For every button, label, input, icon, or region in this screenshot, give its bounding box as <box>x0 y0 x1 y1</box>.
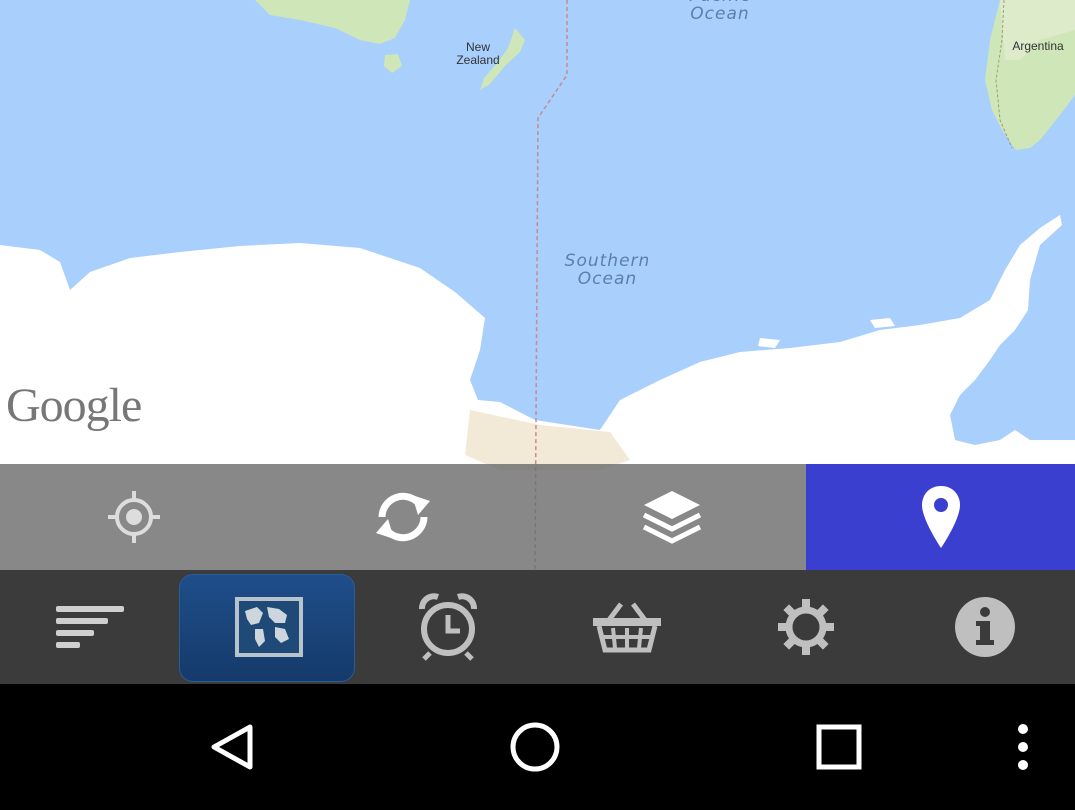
crosshair-icon <box>108 491 161 543</box>
basket-icon <box>593 602 662 653</box>
world-map-icon <box>234 597 303 657</box>
bottom-tab-bar <box>0 570 1075 684</box>
tab-world-map[interactable] <box>179 570 358 684</box>
map-pin-icon <box>921 486 960 548</box>
overflow-menu-icon <box>1018 724 1028 770</box>
tab-settings[interactable] <box>717 570 896 684</box>
google-attribution-logo: Google <box>6 379 142 432</box>
map-toolbar <box>0 464 1075 570</box>
southern-ocean-label: Southern Ocean <box>564 251 651 289</box>
back-icon <box>211 724 253 770</box>
info-icon <box>955 597 1016 657</box>
marker-button[interactable] <box>806 464 1075 570</box>
overflow-menu-button[interactable] <box>1006 684 1040 810</box>
recents-icon <box>816 724 862 770</box>
gear-icon <box>778 599 835 655</box>
sort-lines-icon <box>55 606 124 648</box>
refresh-button[interactable] <box>268 464 538 570</box>
tab-shop[interactable] <box>538 570 717 684</box>
tasmania-land <box>384 54 402 73</box>
back-button[interactable] <box>200 684 264 810</box>
layers-icon <box>642 491 701 544</box>
tab-menu[interactable] <box>0 570 179 684</box>
pacific-ocean-label: Pacific Ocean <box>689 0 750 24</box>
australia-land <box>255 0 410 44</box>
home-button[interactable] <box>505 684 565 810</box>
refresh-icon <box>376 492 431 542</box>
recents-button[interactable] <box>810 684 868 810</box>
home-icon <box>510 722 560 772</box>
alarm-clock-icon <box>418 593 477 661</box>
system-navigation-bar <box>0 684 1075 810</box>
tab-alarm[interactable] <box>358 570 537 684</box>
tab-info[interactable] <box>896 570 1075 684</box>
my-location-button[interactable] <box>0 464 269 570</box>
argentina-label: Argentina <box>1012 39 1064 53</box>
layers-button[interactable] <box>537 464 807 570</box>
new-zealand-label: New Zealand <box>456 40 500 68</box>
